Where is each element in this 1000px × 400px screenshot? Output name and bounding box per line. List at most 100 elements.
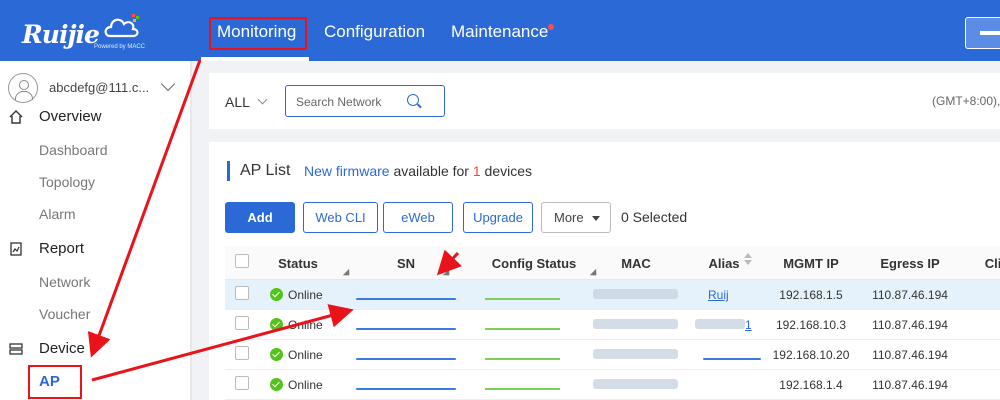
sidebar-item-network[interactable]: Network bbox=[39, 274, 90, 290]
title-accent bbox=[227, 161, 230, 181]
row-checkbox[interactable] bbox=[235, 346, 249, 360]
report-icon bbox=[10, 242, 22, 256]
column-header-mac[interactable]: MAC bbox=[621, 256, 651, 271]
column-header-sn[interactable]: SN bbox=[397, 256, 415, 271]
sidebar-item-topology[interactable]: Topology bbox=[39, 174, 95, 190]
egress-ip-cell: 110.87.46.194 bbox=[872, 378, 948, 392]
mac-cell bbox=[593, 319, 678, 329]
mac-cell bbox=[593, 289, 678, 299]
firmware-notice-text: devices bbox=[480, 163, 533, 179]
top-bar: Ruijie Powered by MACC Monitoring Config… bbox=[0, 0, 1000, 61]
sidebar-item-voucher[interactable]: Voucher bbox=[39, 306, 90, 322]
firmware-notice: New firmware available for 1 devices bbox=[304, 163, 532, 179]
caret-down-icon bbox=[592, 216, 600, 221]
upgrade-button[interactable]: Upgrade bbox=[463, 202, 533, 233]
sidebar-group-label: Overview bbox=[39, 108, 102, 125]
sidebar-item-dashboard[interactable]: Dashboard bbox=[39, 142, 108, 158]
ap-list-panel: AP List New firmware available for 1 dev… bbox=[209, 142, 1000, 400]
header-action-button[interactable] bbox=[965, 17, 1000, 49]
scope-select[interactable]: ALL bbox=[225, 94, 250, 110]
egress-ip-cell: 110.87.46.194 bbox=[872, 318, 948, 332]
row-checkbox[interactable] bbox=[235, 286, 249, 300]
table-row[interactable]: Online Ruij 192.168.1.5 110.87.46.194 bbox=[225, 280, 1000, 310]
nav-configuration[interactable]: Configuration bbox=[324, 22, 425, 42]
firmware-device-count: 1 bbox=[472, 163, 481, 179]
more-dropdown[interactable]: More bbox=[541, 202, 611, 233]
alias-cell bbox=[695, 319, 745, 329]
table-header: Status SN Config Status MAC Alias MGMT I… bbox=[225, 246, 1000, 280]
table-row[interactable]: Online 192.168.10.20 110.87.46.194 bbox=[225, 340, 1000, 370]
cloud-icon bbox=[104, 14, 139, 38]
mac-cell bbox=[593, 379, 678, 389]
alias-link[interactable] bbox=[703, 358, 761, 360]
online-status-icon bbox=[270, 288, 283, 301]
column-header-status[interactable]: Status bbox=[278, 256, 318, 271]
status-cell: Online bbox=[288, 348, 323, 362]
sidebar: abcdefg@111.c... Overview Dashboard Topo… bbox=[0, 61, 192, 400]
ruijie-logo[interactable]: Ruijie Powered by MACC bbox=[22, 12, 162, 52]
add-button[interactable]: Add bbox=[225, 202, 295, 233]
search-box[interactable] bbox=[285, 85, 445, 117]
status-cell: Online bbox=[288, 288, 323, 302]
online-status-icon bbox=[270, 378, 283, 391]
column-header-egress-ip[interactable]: Egress IP bbox=[880, 256, 939, 271]
firmware-notice-text: available for bbox=[389, 163, 473, 179]
sidebar-item-alarm[interactable]: Alarm bbox=[39, 206, 76, 222]
row-checkbox[interactable] bbox=[235, 316, 249, 330]
column-header-alias[interactable]: Alias bbox=[708, 256, 739, 271]
config-status-link[interactable] bbox=[485, 388, 560, 390]
selected-count: 0 Selected bbox=[621, 209, 688, 225]
online-status-icon bbox=[270, 348, 283, 361]
sort-icon[interactable] bbox=[589, 268, 597, 276]
select-all-checkbox[interactable] bbox=[235, 254, 249, 268]
alias-link[interactable]: Ruij bbox=[708, 288, 729, 302]
filter-bar: ALL (GMT+8:00), bbox=[209, 73, 1000, 129]
nav-maintenance[interactable]: Maintenance bbox=[451, 22, 548, 42]
nav-monitoring[interactable]: Monitoring bbox=[217, 22, 296, 42]
home-icon bbox=[9, 110, 23, 124]
config-status-link[interactable] bbox=[485, 298, 560, 300]
chevron-down-icon[interactable] bbox=[160, 76, 176, 92]
mgmt-ip-cell: 192.168.1.4 bbox=[779, 378, 843, 392]
eweb-button[interactable]: eWeb bbox=[383, 202, 453, 233]
nav-active-indicator bbox=[201, 57, 309, 61]
web-cli-button[interactable]: Web CLI bbox=[303, 202, 378, 233]
timezone-label: (GMT+8:00), bbox=[932, 94, 1000, 108]
sn-link[interactable] bbox=[356, 388, 456, 390]
online-status-icon bbox=[270, 318, 283, 331]
column-header-mgmt-ip[interactable]: MGMT IP bbox=[783, 256, 839, 271]
table-row[interactable]: Online 192.168.1.4 110.87.46.194 bbox=[225, 370, 1000, 400]
table-row[interactable]: Online 1 192.168.10.3 110.87.46.194 bbox=[225, 310, 1000, 340]
status-cell: Online bbox=[288, 318, 323, 332]
account-switcher[interactable]: abcdefg@111.c... bbox=[8, 73, 188, 103]
sn-link[interactable] bbox=[356, 358, 456, 360]
sn-link[interactable] bbox=[356, 298, 456, 300]
new-firmware-link[interactable]: New firmware bbox=[304, 163, 390, 179]
search-input[interactable] bbox=[296, 93, 406, 111]
notification-dot bbox=[548, 24, 554, 30]
device-icon bbox=[9, 343, 23, 355]
brand-name: Ruijie bbox=[22, 20, 100, 49]
mgmt-ip-cell: 192.168.10.20 bbox=[772, 348, 850, 362]
avatar bbox=[8, 73, 38, 103]
search-icon[interactable] bbox=[407, 94, 419, 106]
config-status-link[interactable] bbox=[485, 328, 560, 330]
config-status-link[interactable] bbox=[485, 358, 560, 360]
egress-ip-cell: 110.87.46.194 bbox=[872, 348, 948, 362]
more-label: More bbox=[554, 210, 584, 225]
column-header-client[interactable]: Cli bbox=[985, 256, 1000, 271]
row-checkbox[interactable] bbox=[235, 376, 249, 390]
column-header-config-status[interactable]: Config Status bbox=[492, 256, 577, 271]
account-name: abcdefg@111.c... bbox=[49, 80, 150, 95]
mgmt-ip-cell: 192.168.1.5 bbox=[779, 288, 843, 302]
sort-icon[interactable] bbox=[744, 253, 752, 265]
app-root: Ruijie Powered by MACC Monitoring Config… bbox=[0, 0, 1000, 400]
sort-icon[interactable] bbox=[342, 268, 350, 276]
brand-tagline: Powered by MACC bbox=[94, 44, 146, 50]
chevron-down-icon[interactable] bbox=[257, 94, 268, 105]
sidebar-item-ap[interactable]: AP bbox=[39, 373, 60, 390]
alias-link[interactable]: 1 bbox=[745, 318, 752, 332]
sort-icon[interactable] bbox=[442, 268, 450, 276]
mac-cell bbox=[593, 349, 678, 359]
sn-link[interactable] bbox=[356, 328, 456, 330]
